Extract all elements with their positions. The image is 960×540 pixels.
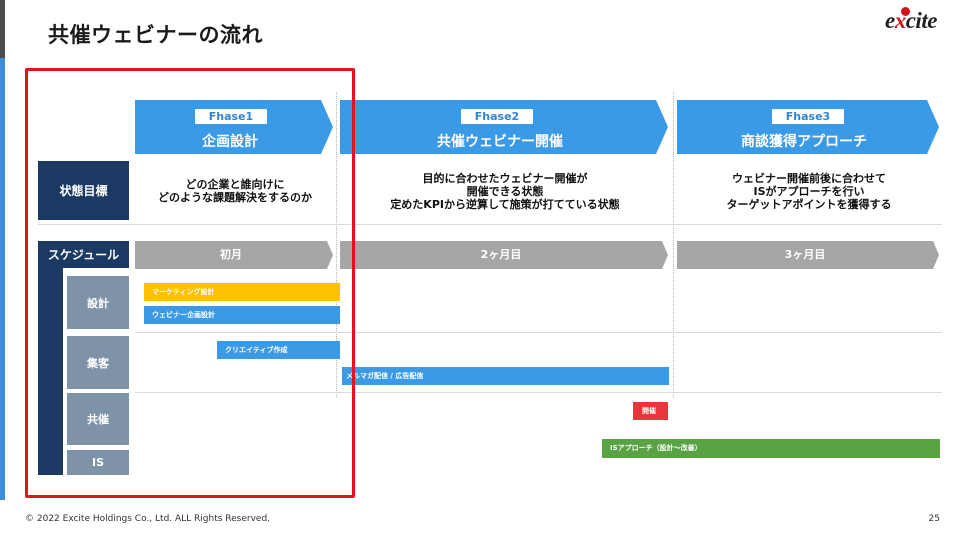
highlight-frame: [25, 68, 355, 498]
left-accent-bar: [0, 0, 5, 58]
page-title: 共催ウェビナーの流れ: [48, 23, 263, 47]
logo-dot-icon: [901, 7, 910, 16]
page-number: 25: [928, 514, 940, 524]
goal-phase2: 目的に合わせたウェビナー開催が 開催できる状態 定めたKPIから逆算して施策が打てて…: [390, 172, 620, 211]
task-event: 開催: [633, 402, 668, 420]
excite-logo: excite: [885, 8, 937, 33]
phase2-name: 共催ウェビナー開催: [437, 134, 563, 150]
month2-label: 2ヶ月目: [480, 248, 522, 261]
phase-separator: [673, 92, 674, 397]
phase2-badge: Fhase2: [461, 109, 533, 124]
month3-label: 3ヶ月目: [784, 248, 826, 261]
phase3-name: 商談獲得アプローチ: [741, 134, 867, 150]
task-is-approach: ISアプローチ（設計～改善）: [602, 439, 940, 458]
goal-phase3: ウェビナー開催前後に合わせて ISがアプローチを行い ターゲットアポイントを獲得する: [726, 172, 892, 211]
left-accent-bar-blue: [0, 58, 5, 500]
task-mailmag-ads: メルマガ配信 / 広告配信: [342, 367, 669, 385]
copyright-footer: © 2022 Excite Holdings Co., Ltd. ALL Rig…: [25, 514, 271, 524]
phase3-badge: Fhase3: [772, 109, 844, 124]
